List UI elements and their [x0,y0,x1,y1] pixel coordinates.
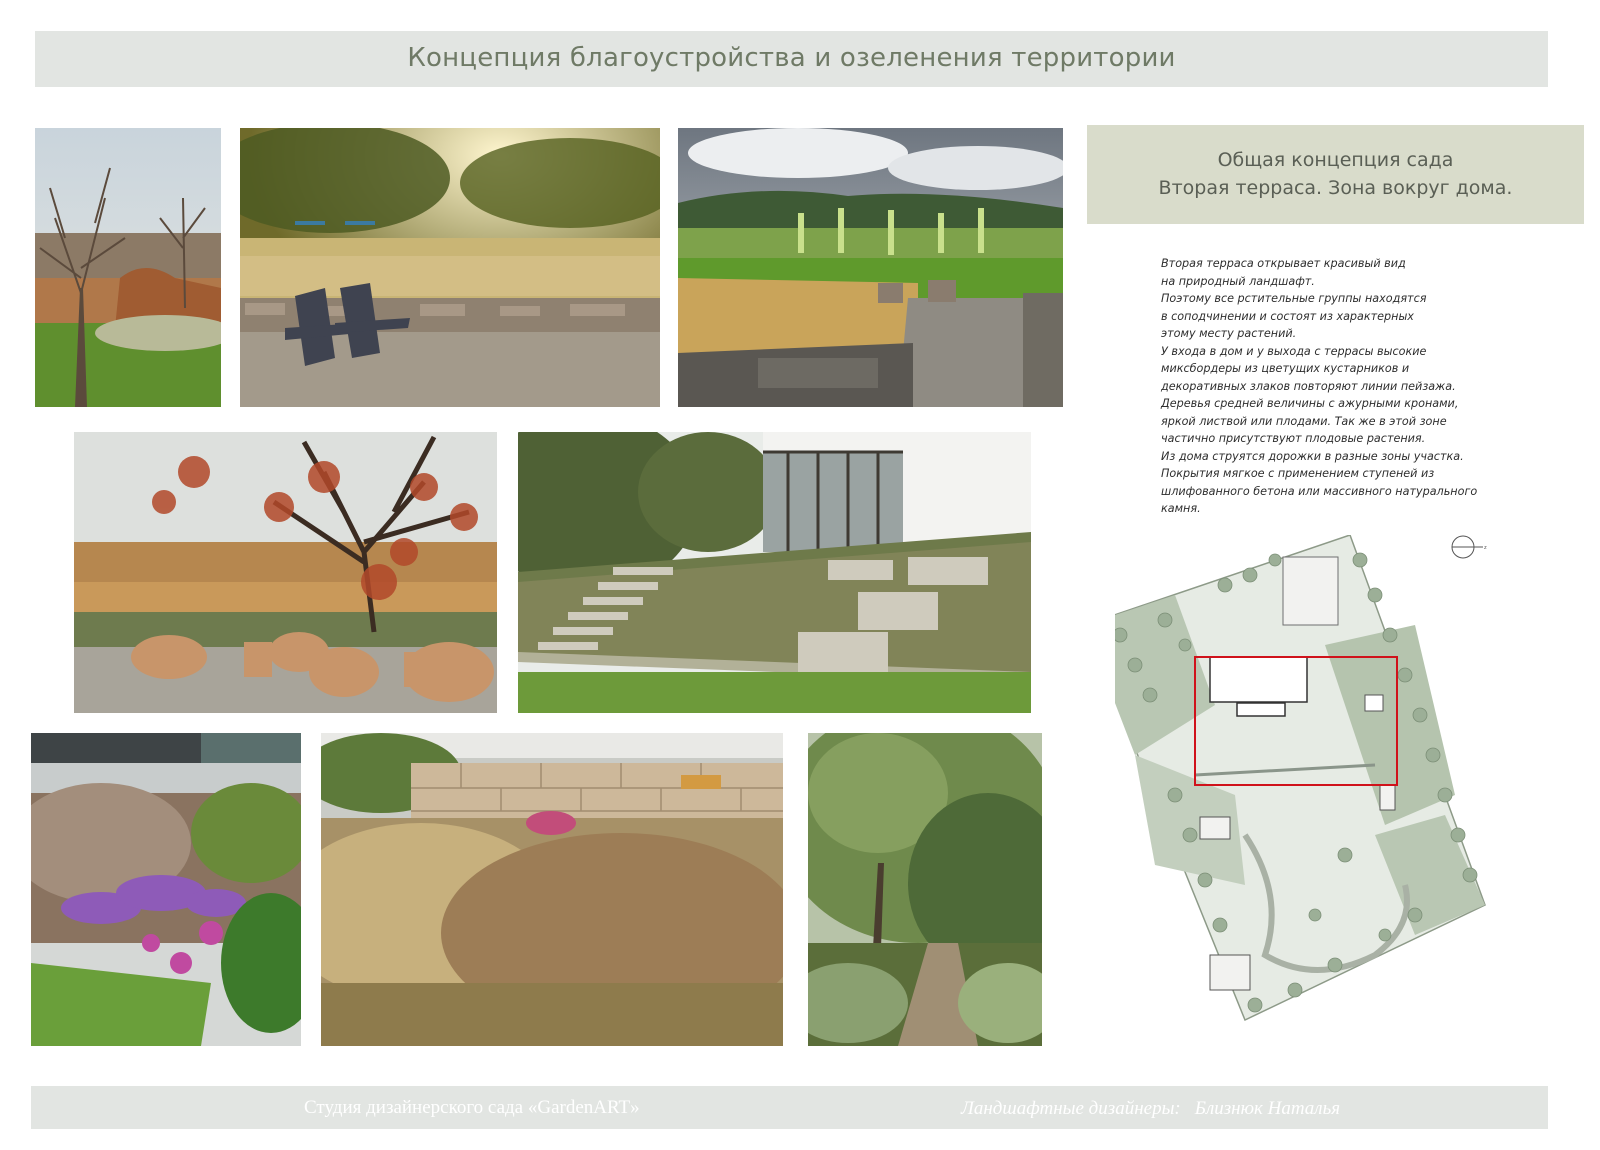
description-line: в соподчинении и состоят из характерных [1161,309,1414,323]
photo-house-steps-slope [518,432,1031,713]
page-title: Концепция благоустройства и озеленения т… [407,43,1176,73]
description-line: камня. [1161,502,1201,515]
photo-stone-wall-grasses [321,733,783,1046]
studio-name: Студия дизайнерского сада «GardenART» [304,1097,640,1118]
concept-title: Общая концепция сада [1217,149,1454,171]
title-banner: Концепция благоустройства и озеленения т… [35,31,1548,87]
designer-name: Близнюк Наталья [1194,1098,1341,1119]
photo-valley-terrace [678,128,1063,407]
photo-purple-flowers-border [31,733,301,1046]
north-compass-icon: z [1451,535,1487,559]
compass-label: z [1484,545,1487,551]
description-line: на природный ландшафт. [1161,274,1315,288]
footer-banner: Студия дизайнерского сада «GardenART» Ла… [31,1086,1548,1129]
description-line: миксбордеры из цветущих кустарников и [1161,362,1410,375]
concept-description: Вторая терраса открывает красивый вид на… [1161,255,1531,518]
description-line: Деревья средней величины с ажурными крон… [1161,397,1459,410]
photo-willow-path [808,733,1042,1046]
description-line: Вторая терраса открывает красивый вид [1161,257,1406,270]
photo-adirondack-chairs [240,128,660,407]
site-plan-map: z [1084,534,1535,1055]
description-line: этому месту растений. [1161,327,1297,340]
designers-label: Ландшафтные дизайнеры: [961,1098,1181,1119]
photo-bare-tree-grasses [35,128,221,407]
concept-heading-box: Общая концепция сада Вторая терраса. Зон… [1087,125,1584,224]
concept-subtitle: Вторая терраса. Зона вокруг дома. [1158,177,1513,199]
description-line: шлифованного бетона или массивного натур… [1161,484,1478,498]
description-line: декоративных злаков повторяют линии пейз… [1161,379,1456,393]
designers-credit: Ландшафтные дизайнеры: Близнюк Наталья [961,1098,1354,1120]
description-line: У входа в дом и у выхода с террасы высок… [1161,344,1427,358]
description-line: Покрытия мягкое с применением ступеней и… [1161,467,1435,480]
description-line: яркой листвой или плодами. Так же в этой… [1161,414,1447,428]
description-line: Из дома струятся дорожки в разные зоны у… [1161,449,1464,463]
description-line: частично присутствуют плодовые растения. [1161,432,1426,445]
photo-autumn-tree-seats [74,432,497,713]
description-line: Поэтому все рстительные группы находятся [1161,292,1427,305]
